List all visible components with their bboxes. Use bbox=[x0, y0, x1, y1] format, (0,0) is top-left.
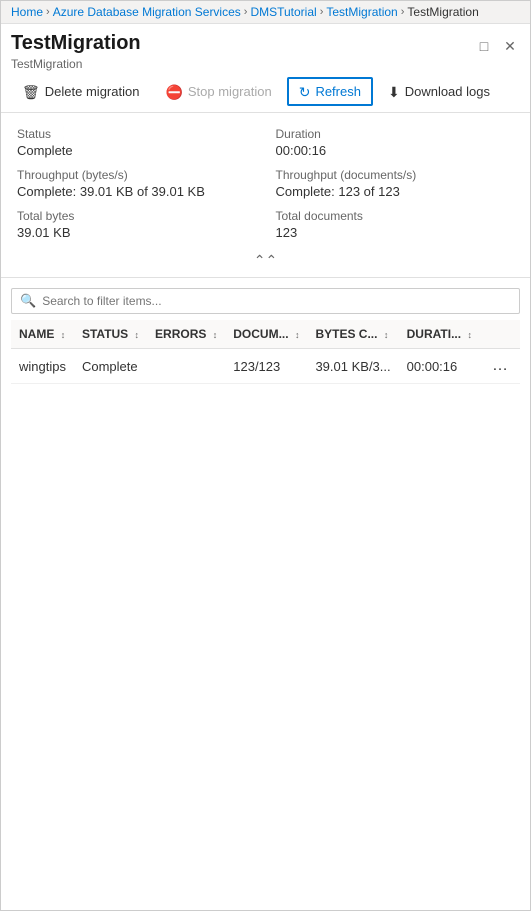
throughput-bytes-label: Throughput (bytes/s) bbox=[17, 168, 256, 182]
cell-bytes: 39.01 KB/3... bbox=[307, 349, 398, 384]
sort-icon-docs: ↕ bbox=[295, 330, 300, 340]
collapse-row: ⌃⌃ bbox=[1, 248, 530, 278]
delete-icon: 🗑 bbox=[22, 85, 40, 99]
data-table: NAME ↕ STATUS ↕ ERRORS ↕ DOCUM... ↕ BYTE… bbox=[11, 320, 520, 384]
sort-icon-name: ↕ bbox=[61, 330, 66, 340]
col-errors[interactable]: ERRORS ↕ bbox=[147, 320, 225, 349]
window-close-button[interactable]: ✕ bbox=[500, 36, 520, 56]
cell-errors bbox=[147, 349, 225, 384]
duration-value: 00:00:16 bbox=[276, 143, 515, 158]
refresh-icon: ↻ bbox=[299, 85, 311, 99]
col-name[interactable]: NAME ↕ bbox=[11, 320, 74, 349]
cell-name: wingtips bbox=[11, 349, 74, 384]
stop-migration-button[interactable]: ⛔ Stop migration bbox=[154, 78, 282, 105]
more-options-button[interactable]: … bbox=[488, 357, 512, 375]
total-docs-label: Total documents bbox=[276, 209, 515, 223]
toolbar: 🗑 Delete migration ⛔ Stop migration ↻ Re… bbox=[1, 71, 530, 113]
window-maximize-button[interactable]: □ bbox=[474, 36, 494, 56]
total-bytes-label: Total bytes bbox=[17, 209, 256, 223]
status-label: Status bbox=[17, 127, 256, 141]
total-docs-value: 123 bbox=[276, 225, 515, 240]
window-controls: □ ✕ bbox=[474, 36, 520, 56]
cell-status: Complete bbox=[74, 349, 147, 384]
search-input[interactable] bbox=[42, 294, 511, 308]
breadcrumb-dmstutorial[interactable]: DMSTutorial bbox=[250, 5, 316, 19]
sort-icon-status: ↕ bbox=[135, 330, 140, 340]
download-logs-button[interactable]: ⬇ Download logs bbox=[377, 78, 501, 105]
table-row: wingtips Complete 123/123 39.01 KB/3... … bbox=[11, 349, 520, 384]
breadcrumb-sep-1: › bbox=[46, 6, 50, 18]
download-logs-label: Download logs bbox=[405, 84, 490, 99]
throughput-docs-label: Throughput (documents/s) bbox=[276, 168, 515, 182]
col-actions bbox=[480, 320, 520, 349]
refresh-label: Refresh bbox=[315, 84, 361, 99]
breadcrumb: Home › Azure Database Migration Services… bbox=[1, 1, 530, 24]
page-title: TestMigration bbox=[11, 32, 141, 55]
sort-icon-bytes: ↕ bbox=[384, 330, 389, 340]
breadcrumb-current: TestMigration bbox=[407, 5, 478, 19]
delete-migration-label: Delete migration bbox=[45, 84, 140, 99]
table-header-row: NAME ↕ STATUS ↕ ERRORS ↕ DOCUM... ↕ BYTE… bbox=[11, 320, 520, 349]
col-status[interactable]: STATUS ↕ bbox=[74, 320, 147, 349]
cell-duration: 00:00:16 bbox=[399, 349, 480, 384]
col-duration[interactable]: DURATI... ↕ bbox=[399, 320, 480, 349]
total-bytes-value: 39.01 KB bbox=[17, 225, 256, 240]
col-documents[interactable]: DOCUM... ↕ bbox=[225, 320, 307, 349]
stop-migration-label: Stop migration bbox=[188, 84, 272, 99]
stats-section: Status Complete Duration 00:00:16 Throug… bbox=[1, 113, 530, 248]
throughput-docs-value: Complete: 123 of 123 bbox=[276, 184, 515, 199]
page-subtitle: TestMigration bbox=[11, 57, 141, 71]
status-value: Complete bbox=[17, 143, 256, 158]
collapse-button[interactable]: ⌃⌃ bbox=[246, 252, 285, 269]
throughput-bytes-value: Complete: 39.01 KB of 39.01 KB bbox=[17, 184, 256, 199]
cell-documents: 123/123 bbox=[225, 349, 307, 384]
search-section: 🔍 bbox=[1, 278, 530, 320]
breadcrumb-sep-4: › bbox=[401, 6, 405, 18]
breadcrumb-sep-2: › bbox=[244, 6, 248, 18]
table-section: NAME ↕ STATUS ↕ ERRORS ↕ DOCUM... ↕ BYTE… bbox=[1, 320, 530, 384]
search-icon: 🔍 bbox=[20, 293, 36, 309]
stop-icon: ⛔ bbox=[165, 85, 182, 99]
delete-migration-button[interactable]: 🗑 Delete migration bbox=[11, 78, 150, 105]
sort-icon-duration: ↕ bbox=[467, 330, 472, 340]
sort-icon-errors: ↕ bbox=[213, 330, 218, 340]
breadcrumb-testmigration-link[interactable]: TestMigration bbox=[326, 5, 397, 19]
search-box: 🔍 bbox=[11, 288, 520, 314]
breadcrumb-home[interactable]: Home bbox=[11, 5, 43, 19]
col-bytes[interactable]: BYTES C... ↕ bbox=[307, 320, 398, 349]
breadcrumb-dms[interactable]: Azure Database Migration Services bbox=[53, 5, 241, 19]
cell-more: … bbox=[480, 349, 520, 384]
duration-label: Duration bbox=[276, 127, 515, 141]
page-header: TestMigration TestMigration □ ✕ bbox=[1, 24, 530, 71]
breadcrumb-sep-3: › bbox=[320, 6, 324, 18]
download-icon: ⬇ bbox=[388, 85, 400, 99]
refresh-button[interactable]: ↻ Refresh bbox=[287, 77, 373, 106]
